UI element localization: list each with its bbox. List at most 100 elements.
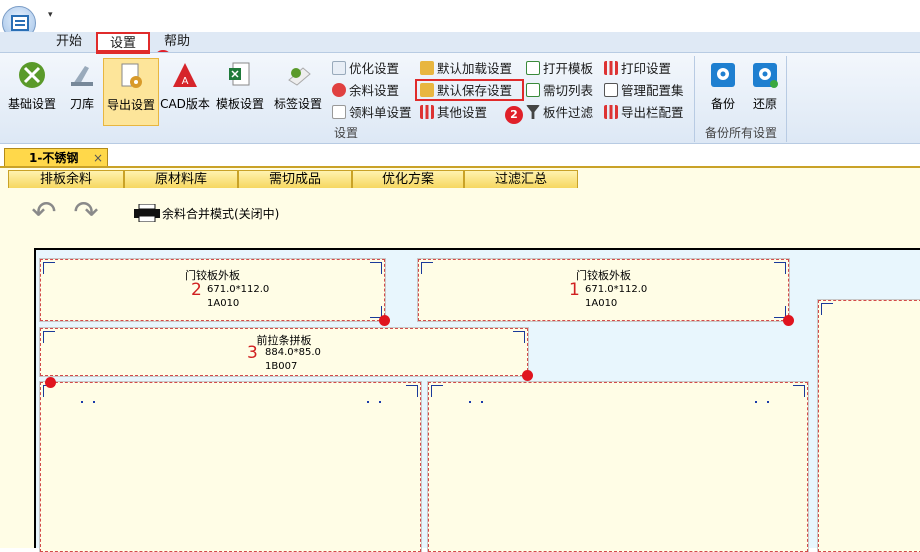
part-code: 1A010 bbox=[585, 298, 618, 309]
other-settings-button[interactable]: 其他设置 bbox=[420, 104, 487, 122]
part-name: 门铰板外板 bbox=[185, 269, 240, 282]
group-label-backup: 备份所有设置 bbox=[705, 126, 778, 140]
folder-load-icon bbox=[420, 61, 434, 75]
part-panel[interactable] bbox=[39, 377, 422, 552]
sliders-icon bbox=[604, 61, 618, 75]
printer-icon[interactable] bbox=[134, 204, 160, 222]
hole-dot bbox=[481, 401, 483, 403]
basic-settings-button[interactable]: 基础设置 bbox=[4, 58, 60, 124]
panel-filter-button[interactable]: 板件过滤 bbox=[526, 104, 593, 122]
app-icon bbox=[11, 15, 29, 31]
hole-dot bbox=[469, 401, 471, 403]
origin-dot bbox=[522, 370, 533, 381]
tools-icon bbox=[19, 62, 45, 88]
hole-dot bbox=[93, 401, 95, 403]
part-index: 1 bbox=[569, 280, 580, 300]
list-icon bbox=[526, 83, 540, 97]
document-tab-bar bbox=[0, 144, 920, 168]
default-load-settings-button[interactable]: 默认加载设置 bbox=[420, 60, 512, 78]
part-index: 3 bbox=[247, 343, 258, 363]
part-panel[interactable] bbox=[427, 381, 809, 552]
manage-config-set-button[interactable]: 管理配置集 bbox=[604, 82, 684, 100]
part-dims: 671.0*112.0 bbox=[207, 284, 270, 295]
title-bar bbox=[0, 0, 920, 32]
corner-bracket bbox=[406, 385, 418, 397]
document-icon bbox=[332, 105, 346, 119]
part-panel[interactable]: 门铰板外板 1 671.0*112.0 1A010 bbox=[417, 258, 794, 326]
group-label-settings: 设置 bbox=[334, 126, 359, 140]
print-settings-button[interactable]: 打印设置 bbox=[604, 60, 671, 78]
corner-bracket bbox=[821, 303, 833, 315]
sliders-icon bbox=[420, 105, 434, 119]
hole-dot bbox=[367, 401, 369, 403]
part-panel[interactable]: 门铰板外板 2 671.0*112.0 1A010 bbox=[39, 258, 390, 326]
close-tab-icon[interactable]: × bbox=[93, 149, 103, 167]
sliders-icon bbox=[604, 105, 618, 119]
tool-library-button[interactable]: 刀库 bbox=[64, 58, 100, 124]
subtab-filter-summary[interactable]: 过滤汇总 bbox=[464, 170, 578, 188]
label-settings-button[interactable]: 标签设置 bbox=[270, 58, 326, 124]
remnant-merge-mode-label[interactable]: 余料合并模式(关闭中) bbox=[162, 205, 279, 222]
cad-icon: A bbox=[173, 63, 197, 87]
layout-board: 门铰板外板 2 671.0*112.0 1A010 门铰板外板 1 671.0*… bbox=[34, 248, 920, 552]
subtab-material-library[interactable]: 原材料库 bbox=[124, 170, 238, 188]
origin-dot bbox=[783, 315, 794, 326]
corner-bracket bbox=[43, 262, 55, 274]
part-code: 1B007 bbox=[265, 361, 298, 372]
group-divider bbox=[694, 56, 695, 142]
label-gear-icon bbox=[288, 67, 311, 86]
clock-icon bbox=[332, 61, 346, 75]
cut-list-button[interactable]: 需切列表 bbox=[526, 82, 593, 100]
template-icon bbox=[526, 61, 540, 75]
corner-bracket bbox=[793, 385, 805, 397]
step-marker-2: 2 bbox=[505, 106, 523, 124]
hole-dot bbox=[767, 401, 769, 403]
excel-icon bbox=[229, 62, 250, 86]
tab-start[interactable]: 开始 bbox=[56, 32, 82, 52]
cad-version-button[interactable]: A CAD版本 bbox=[160, 58, 210, 124]
highlight-settings-tab bbox=[96, 32, 150, 54]
material-sheet-settings-button[interactable]: 领料单设置 bbox=[332, 104, 412, 122]
part-panel[interactable]: 前拉条拼板 3 884.0*85.0 1B007 bbox=[39, 327, 533, 381]
optimize-settings-button[interactable]: 优化设置 bbox=[332, 60, 399, 78]
part-code: 1A010 bbox=[207, 298, 240, 309]
origin-dot bbox=[379, 315, 390, 326]
corner-bracket bbox=[421, 262, 433, 274]
highlight-save-settings bbox=[415, 79, 524, 101]
config-icon bbox=[604, 83, 618, 97]
restore-button[interactable]: 还原 bbox=[746, 58, 784, 124]
part-index: 2 bbox=[191, 280, 202, 300]
remnant-settings-button[interactable]: 余料设置 bbox=[332, 82, 399, 100]
subtab-layout-remnant[interactable]: 排板余料 bbox=[8, 170, 124, 188]
knife-icon bbox=[71, 66, 93, 86]
subtab-cut-products[interactable]: 需切成品 bbox=[238, 170, 352, 188]
part-name: 门铰板外板 bbox=[576, 269, 631, 282]
hole-dot bbox=[81, 401, 83, 403]
backup-gear-icon bbox=[711, 63, 735, 87]
remnant-icon bbox=[332, 83, 346, 97]
open-template-button[interactable]: 打开模板 bbox=[526, 60, 593, 78]
export-gear-icon bbox=[121, 63, 142, 88]
export-bar-config-button[interactable]: 导出栏配置 bbox=[604, 104, 684, 122]
origin-dot bbox=[45, 377, 56, 388]
backup-button[interactable]: 备份 bbox=[704, 58, 742, 124]
hole-dot bbox=[379, 401, 381, 403]
redo-icon[interactable]: ↷ bbox=[70, 198, 102, 228]
restore-gear-icon bbox=[753, 63, 778, 88]
hole-dot bbox=[755, 401, 757, 403]
part-panel[interactable] bbox=[817, 299, 920, 552]
corner-bracket bbox=[431, 385, 443, 397]
corner-bracket bbox=[513, 331, 525, 343]
corner-bracket bbox=[43, 331, 55, 343]
undo-icon[interactable]: ↶ bbox=[28, 198, 60, 228]
corner-bracket bbox=[370, 262, 382, 274]
part-dims: 671.0*112.0 bbox=[585, 284, 648, 295]
tab-help[interactable]: 帮助 bbox=[164, 32, 190, 52]
export-settings-button[interactable]: 导出设置 bbox=[103, 58, 159, 126]
group-divider bbox=[786, 56, 787, 142]
subtab-optimize-plan[interactable]: 优化方案 bbox=[352, 170, 464, 188]
part-name: 前拉条拼板 bbox=[256, 334, 312, 347]
document-tab[interactable]: 1-不锈钢 × bbox=[4, 148, 108, 168]
template-settings-button[interactable]: 模板设置 bbox=[212, 58, 268, 124]
quick-access-dropdown[interactable]: ▾ bbox=[48, 10, 53, 20]
